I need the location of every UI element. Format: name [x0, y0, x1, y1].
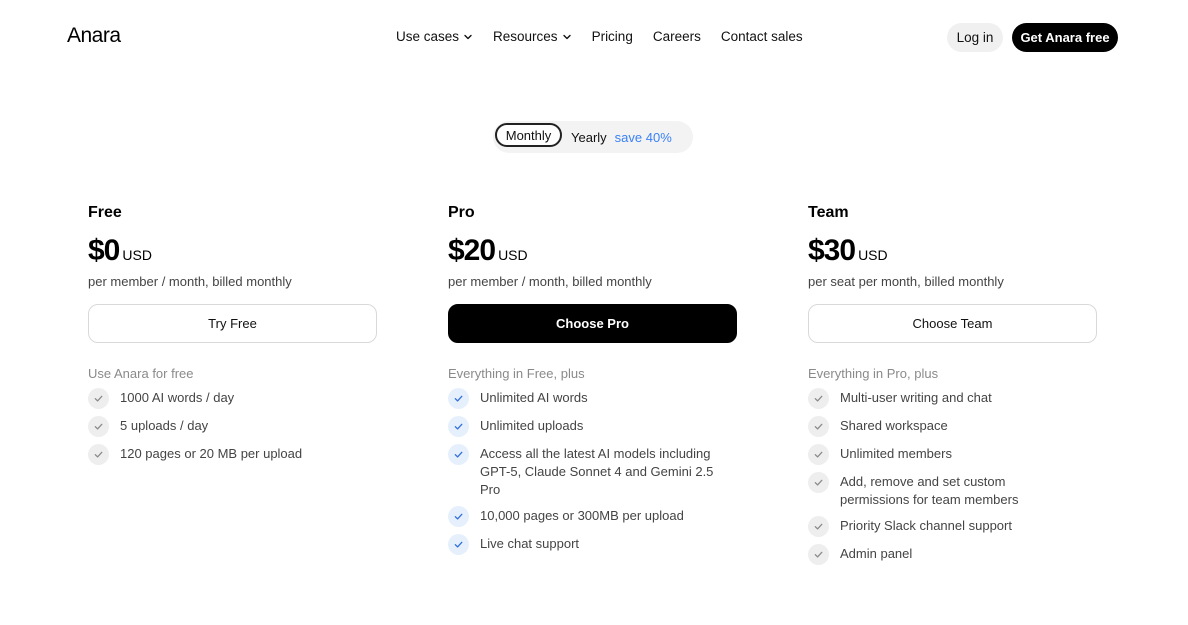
nav-label: Use cases: [396, 29, 460, 44]
check-icon: [808, 544, 829, 565]
plan-card-team: Team $30 USD per seat per month, billed …: [808, 204, 1097, 573]
check-icon: [448, 534, 469, 555]
check-icon: [88, 444, 109, 465]
nav-label: Pricing: [591, 29, 633, 44]
feature-text: 10,000 pages or 300MB per upload: [480, 508, 684, 523]
chevron-down-icon: [464, 34, 472, 39]
plan-currency: USD: [858, 247, 888, 263]
feature-text: Unlimited AI words: [480, 390, 588, 405]
feature-text: Priority Slack channel support: [840, 518, 1012, 533]
feature-item: Priority Slack channel support: [808, 516, 1097, 537]
price-row: $20 USD: [448, 234, 737, 268]
save-badge: save 40%: [614, 129, 672, 145]
feature-text: Admin panel: [840, 546, 913, 561]
check-icon: [808, 516, 829, 537]
check-icon: [808, 444, 829, 465]
nav-label: Contact sales: [720, 29, 803, 44]
feature-text: Add, remove and set custom permissions f…: [840, 474, 1019, 507]
check-icon: [448, 388, 469, 409]
nav-use-cases[interactable]: Use cases: [396, 29, 473, 44]
feature-text: 5 uploads / day: [120, 418, 209, 433]
price-row: $0 USD: [88, 234, 377, 268]
feature-text: 1000 AI words / day: [120, 390, 235, 405]
feature-item: 120 pages or 20 MB per upload: [88, 444, 377, 465]
check-icon: [448, 444, 469, 465]
feature-text: Shared workspace: [840, 418, 948, 433]
plan-price: $30: [808, 234, 856, 267]
feature-item: 5 uploads / day: [88, 416, 377, 437]
feature-item: 1000 AI words / day: [88, 388, 377, 409]
monthly-option[interactable]: Monthly: [495, 123, 562, 147]
features-intro: Everything in Free, plus: [448, 366, 585, 381]
yearly-option[interactable]: Yearly save 40%: [571, 121, 672, 153]
price-row: $30 USD: [808, 234, 1097, 268]
nav-contact-sales[interactable]: Contact sales: [721, 29, 803, 44]
feature-list: 1000 AI words / day 5 uploads / day 120 …: [88, 388, 377, 465]
plan-name: Team: [808, 204, 849, 221]
plan-price: $20: [448, 234, 496, 267]
check-icon: [88, 388, 109, 409]
feature-item: Access all the latest AI models includin…: [448, 444, 737, 499]
check-icon: [808, 416, 829, 437]
nav-pricing[interactable]: Pricing: [592, 29, 633, 44]
feature-text: 120 pages or 20 MB per upload: [120, 446, 303, 461]
feature-item: Multi-user writing and chat: [808, 388, 1097, 409]
feature-item: Add, remove and set custom permissions f…: [808, 472, 1097, 509]
check-icon: [448, 416, 469, 437]
plan-currency: USD: [122, 247, 152, 263]
feature-item: Unlimited AI words: [448, 388, 737, 409]
feature-item: Shared workspace: [808, 416, 1097, 437]
login-button[interactable]: Log in: [947, 23, 1003, 52]
plan-billing: per member / month, billed monthly: [448, 274, 652, 289]
feature-list: Unlimited AI words Unlimited uploads Acc…: [448, 388, 737, 555]
nav-resources[interactable]: Resources: [493, 29, 572, 44]
check-icon: [808, 388, 829, 409]
check-icon: [88, 416, 109, 437]
check-icon: [808, 472, 829, 493]
choose-pro-button[interactable]: Choose Pro: [448, 304, 737, 343]
plan-name: Free: [88, 204, 122, 221]
plan-name: Pro: [448, 204, 475, 221]
feature-item: Unlimited members: [808, 444, 1097, 465]
plan-currency: USD: [498, 247, 528, 263]
plan-card-pro: Pro $20 USD per member / month, billed m…: [448, 204, 737, 563]
plan-card-free: Free $0 USD per member / month, billed m…: [88, 204, 377, 473]
feature-item: Unlimited uploads: [448, 416, 737, 437]
main-nav: Use cases Resources Pricing Careers Cont…: [396, 29, 803, 44]
get-anara-free-button[interactable]: Get Anara free: [1012, 23, 1118, 52]
feature-item: Admin panel: [808, 544, 1097, 565]
plan-billing: per member / month, billed monthly: [88, 274, 292, 289]
feature-text: Live chat support: [480, 536, 580, 551]
nav-careers[interactable]: Careers: [653, 29, 701, 44]
feature-text: Access all the latest AI models includin…: [480, 446, 714, 497]
plan-price: $0: [88, 234, 120, 267]
chevron-down-icon: [562, 34, 571, 39]
billing-toggle: Monthly Yearly save 40%: [493, 121, 693, 153]
yearly-label: Yearly: [571, 129, 607, 145]
nav-label: Careers: [652, 29, 701, 44]
choose-team-button[interactable]: Choose Team: [808, 304, 1097, 343]
feature-text: Unlimited members: [840, 446, 952, 461]
feature-item: 10,000 pages or 300MB per upload: [448, 506, 737, 527]
features-intro: Use Anara for free: [88, 366, 194, 381]
plan-billing: per seat per month, billed monthly: [808, 274, 1004, 289]
features-intro: Everything in Pro, plus: [808, 366, 939, 381]
check-icon: [448, 506, 469, 527]
feature-item: Live chat support: [448, 534, 737, 555]
nav-label: Resources: [493, 29, 558, 44]
logo[interactable]: Anara: [67, 24, 121, 48]
feature-list: Multi-user writing and chat Shared works…: [808, 388, 1097, 565]
feature-text: Multi-user writing and chat: [840, 390, 992, 405]
try-free-button[interactable]: Try Free: [88, 304, 377, 343]
feature-text: Unlimited uploads: [480, 418, 584, 433]
